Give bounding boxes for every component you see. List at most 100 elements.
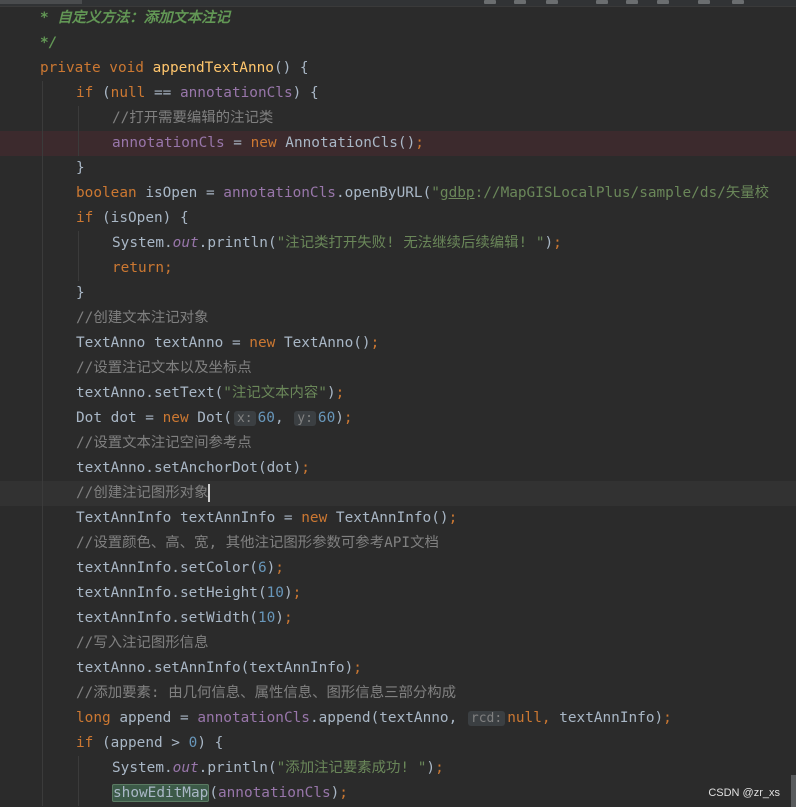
code-line[interactable]: textAnnInfo.setColor(6); — [0, 556, 796, 581]
indent-guide — [42, 481, 43, 506]
code-line[interactable]: //设置注记文本以及坐标点 — [0, 356, 796, 381]
indent-guide — [42, 381, 43, 406]
code-line[interactable]: Dot dot = new Dot(x: 60, y: 60); — [0, 406, 796, 431]
indent-guide — [42, 106, 43, 131]
code-token: textAnnInfo.setColor( — [76, 560, 258, 576]
code-token: //创建注记图形对象 — [76, 485, 209, 501]
code-editor[interactable]: * 自定义方法：添加文本注记 */ private void appendTextA… — [0, 6, 796, 807]
code-token: textAnno.setText( — [76, 385, 224, 401]
code-line[interactable]: //添加要素: 由几何信息、属性信息、图形信息三部分构成 — [0, 681, 796, 706]
code-line[interactable]: return; — [0, 256, 796, 281]
code-token: textAnnInfo.setWidth( — [76, 610, 258, 626]
code-line[interactable]: //创建文本注记对象 — [0, 306, 796, 331]
code-text: * 自定义方法：添加文本注记 — [40, 6, 230, 31]
code-token: } — [76, 285, 85, 301]
code-token: textAnnInfo.setHeight( — [76, 585, 267, 601]
code-token: //写入注记图形信息 — [76, 635, 209, 651]
code-token: out — [172, 760, 199, 776]
indent-guide — [42, 556, 43, 581]
code-text: TextAnnInfo textAnnInfo = new TextAnnInf… — [76, 506, 457, 531]
code-text: //创建文本注记对象 — [76, 306, 208, 331]
code-token: ; — [301, 460, 310, 476]
code-line[interactable]: textAnnInfo.setWidth(10); — [0, 606, 796, 631]
code-line[interactable]: //创建注记图形对象 — [0, 481, 796, 506]
code-token: } — [76, 160, 85, 176]
code-line[interactable]: textAnno.setText("注记文本内容"); — [0, 381, 796, 406]
toolbar-icon[interactable] — [698, 0, 710, 4]
code-line[interactable]: annotationCls = new AnnotationCls(); — [0, 131, 796, 156]
code-line[interactable]: showEditMap(annotationCls); — [0, 781, 796, 806]
code-token: private void — [40, 60, 153, 76]
editor-tab[interactable] — [0, 0, 82, 4]
code-token: " — [431, 185, 440, 201]
code-line[interactable]: boolean isOpen = annotationCls.openByURL… — [0, 181, 796, 206]
code-text: TextAnno textAnno = new TextAnno(); — [76, 331, 379, 356]
code-line[interactable]: } — [0, 281, 796, 306]
indent-guide — [78, 231, 79, 256]
indent-guide — [42, 231, 43, 256]
code-line[interactable]: //写入注记图形信息 — [0, 631, 796, 656]
code-token: ) — [266, 560, 276, 576]
code-line[interactable]: } — [0, 156, 796, 181]
code-line[interactable]: private void appendTextAnno() { — [0, 56, 796, 81]
code-token: //打开需要编辑的注记类 — [112, 110, 274, 126]
toolbar-icon[interactable] — [546, 0, 558, 4]
code-line[interactable]: TextAnnInfo textAnnInfo = new TextAnnInf… — [0, 506, 796, 531]
toolbar-icon[interactable] — [484, 0, 496, 4]
code-token: ) { — [292, 85, 319, 101]
indent-guide — [42, 781, 43, 806]
code-line[interactable]: if (null == annotationCls) { — [0, 81, 796, 106]
code-token: new — [162, 410, 198, 426]
code-text: */ — [40, 31, 57, 56]
code-line[interactable]: */ — [0, 31, 796, 56]
code-token: out — [172, 235, 199, 251]
code-token: //设置注记文本以及坐标点 — [76, 360, 252, 376]
toolbar-icon[interactable] — [657, 0, 669, 4]
code-token: ) { — [197, 735, 224, 751]
code-token: if — [76, 735, 102, 751]
toolbar-icon[interactable] — [626, 0, 638, 4]
code-line[interactable]: //设置颜色、高、宽, 其他注记图形参数可参考API文档 — [0, 531, 796, 556]
code-line[interactable]: textAnnInfo.setHeight(10); — [0, 581, 796, 606]
code-text: } — [76, 156, 85, 181]
code-line[interactable]: if (isOpen) { — [0, 206, 796, 231]
code-token: ) — [326, 385, 336, 401]
highlighted-method[interactable]: showEditMap — [112, 784, 210, 802]
code-token: //设置颜色、高、宽, 其他注记图形参数可参考API文档 — [76, 535, 439, 551]
indent-guide — [42, 131, 43, 156]
parameter-hint: x: — [233, 411, 256, 426]
code-token: AnnotationCls() — [285, 135, 416, 151]
code-token: 0 — [188, 735, 198, 751]
indent-guide — [42, 731, 43, 756]
indent-guide — [42, 306, 43, 331]
code-line[interactable]: //设置文本注记空间参考点 — [0, 431, 796, 456]
code-line[interactable]: //打开需要编辑的注记类 — [0, 106, 796, 131]
code-token: 10 — [266, 585, 284, 601]
indent-guide — [78, 256, 79, 281]
code-token: (append > — [102, 735, 189, 751]
code-token: ) — [330, 785, 340, 801]
code-line[interactable]: textAnno.setAnnInfo(textAnnInfo); — [0, 656, 796, 681]
vertical-scrollbar[interactable] — [791, 775, 796, 807]
code-token: ) — [544, 235, 554, 251]
code-line[interactable]: textAnno.setAnchorDot(dot); — [0, 456, 796, 481]
indent-guide — [42, 606, 43, 631]
code-line[interactable]: System.out.println("添加注记要素成功! "); — [0, 756, 796, 781]
code-line[interactable]: System.out.println("注记类打开失败! 无法继续后续编辑! "… — [0, 231, 796, 256]
code-token: .append(textAnno, — [309, 710, 466, 726]
code-token: //设置文本注记空间参考点 — [76, 435, 252, 451]
indent-guide — [42, 656, 43, 681]
indent-guide — [42, 156, 43, 181]
code-token: 6 — [257, 560, 267, 576]
indent-guide — [42, 506, 43, 531]
code-line[interactable]: long append = annotationCls.append(textA… — [0, 706, 796, 731]
toolbar-icon[interactable] — [514, 0, 526, 4]
code-line[interactable]: * 自定义方法：添加文本注记 — [0, 6, 796, 31]
toolbar-icon[interactable] — [596, 0, 608, 4]
code-text: //创建注记图形对象 — [76, 481, 211, 506]
code-token: new — [250, 135, 286, 151]
code-line[interactable]: if (append > 0) { — [0, 731, 796, 756]
toolbar-icon[interactable] — [732, 0, 744, 4]
code-line[interactable]: TextAnno textAnno = new TextAnno(); — [0, 331, 796, 356]
code-token: appendTextAnno — [152, 60, 274, 76]
